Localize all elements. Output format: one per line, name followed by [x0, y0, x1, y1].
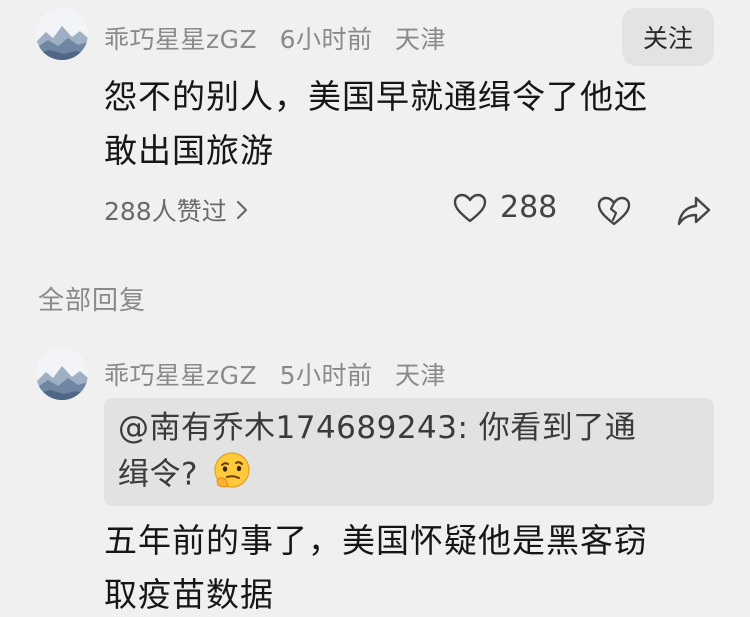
quote-line: @南有乔木174689243: 你看到了通: [118, 410, 637, 446]
avatar[interactable]: [36, 8, 88, 60]
quote-line-text: 缉令?: [118, 456, 198, 493]
avatar[interactable]: [36, 348, 88, 400]
timestamp: 6小时前: [279, 25, 373, 54]
reply-text: 五年前的事了，美国怀疑他是黑客窃 取疫苗数据: [104, 514, 648, 617]
comment-text: 怨不的别人，美国早就通缉令了他还 敢出国旅游: [104, 70, 648, 178]
broken-heart-icon: [597, 196, 631, 226]
location: 天津: [394, 361, 446, 390]
timestamp: 5小时前: [279, 361, 373, 390]
avatar-landscape-image: [36, 8, 88, 60]
share-arrow-icon: [677, 196, 711, 226]
reply-meta: 乖巧星星zGZ 5小时前 天津: [104, 356, 460, 392]
comment-text-line: 敢出国旅游: [104, 131, 274, 170]
all-replies-title: 全部回复: [38, 286, 147, 316]
username[interactable]: 乖巧星星zGZ: [104, 25, 257, 54]
share-button[interactable]: [676, 194, 712, 232]
likers-link[interactable]: 288人赞过: [104, 192, 249, 228]
dislike-button[interactable]: [596, 194, 632, 232]
username[interactable]: 乖巧星星zGZ: [104, 361, 257, 390]
thinking-smirk-emoji: [212, 450, 252, 502]
comment-text-line: 怨不的别人，美国早就通缉令了他还: [104, 77, 648, 116]
quoted-reply[interactable]: @南有乔木174689243: 你看到了通 缉令?: [104, 398, 714, 506]
like-button[interactable]: 288: [452, 190, 557, 225]
reply-text-line: 取疫苗数据: [104, 575, 274, 614]
comment-meta: 乖巧星星zGZ 6小时前 天津: [104, 20, 460, 56]
chevron-right-icon: [236, 200, 247, 220]
heart-icon: [453, 193, 487, 222]
avatar-landscape-image: [36, 348, 88, 400]
likers-label: 288人赞过: [104, 197, 227, 226]
like-count: 288: [500, 190, 558, 225]
reply-text-line: 五年前的事了，美国怀疑他是黑客窃: [104, 521, 648, 560]
location: 天津: [394, 25, 446, 54]
follow-button[interactable]: 关注: [622, 8, 714, 66]
quote-line: 缉令?: [118, 450, 696, 502]
